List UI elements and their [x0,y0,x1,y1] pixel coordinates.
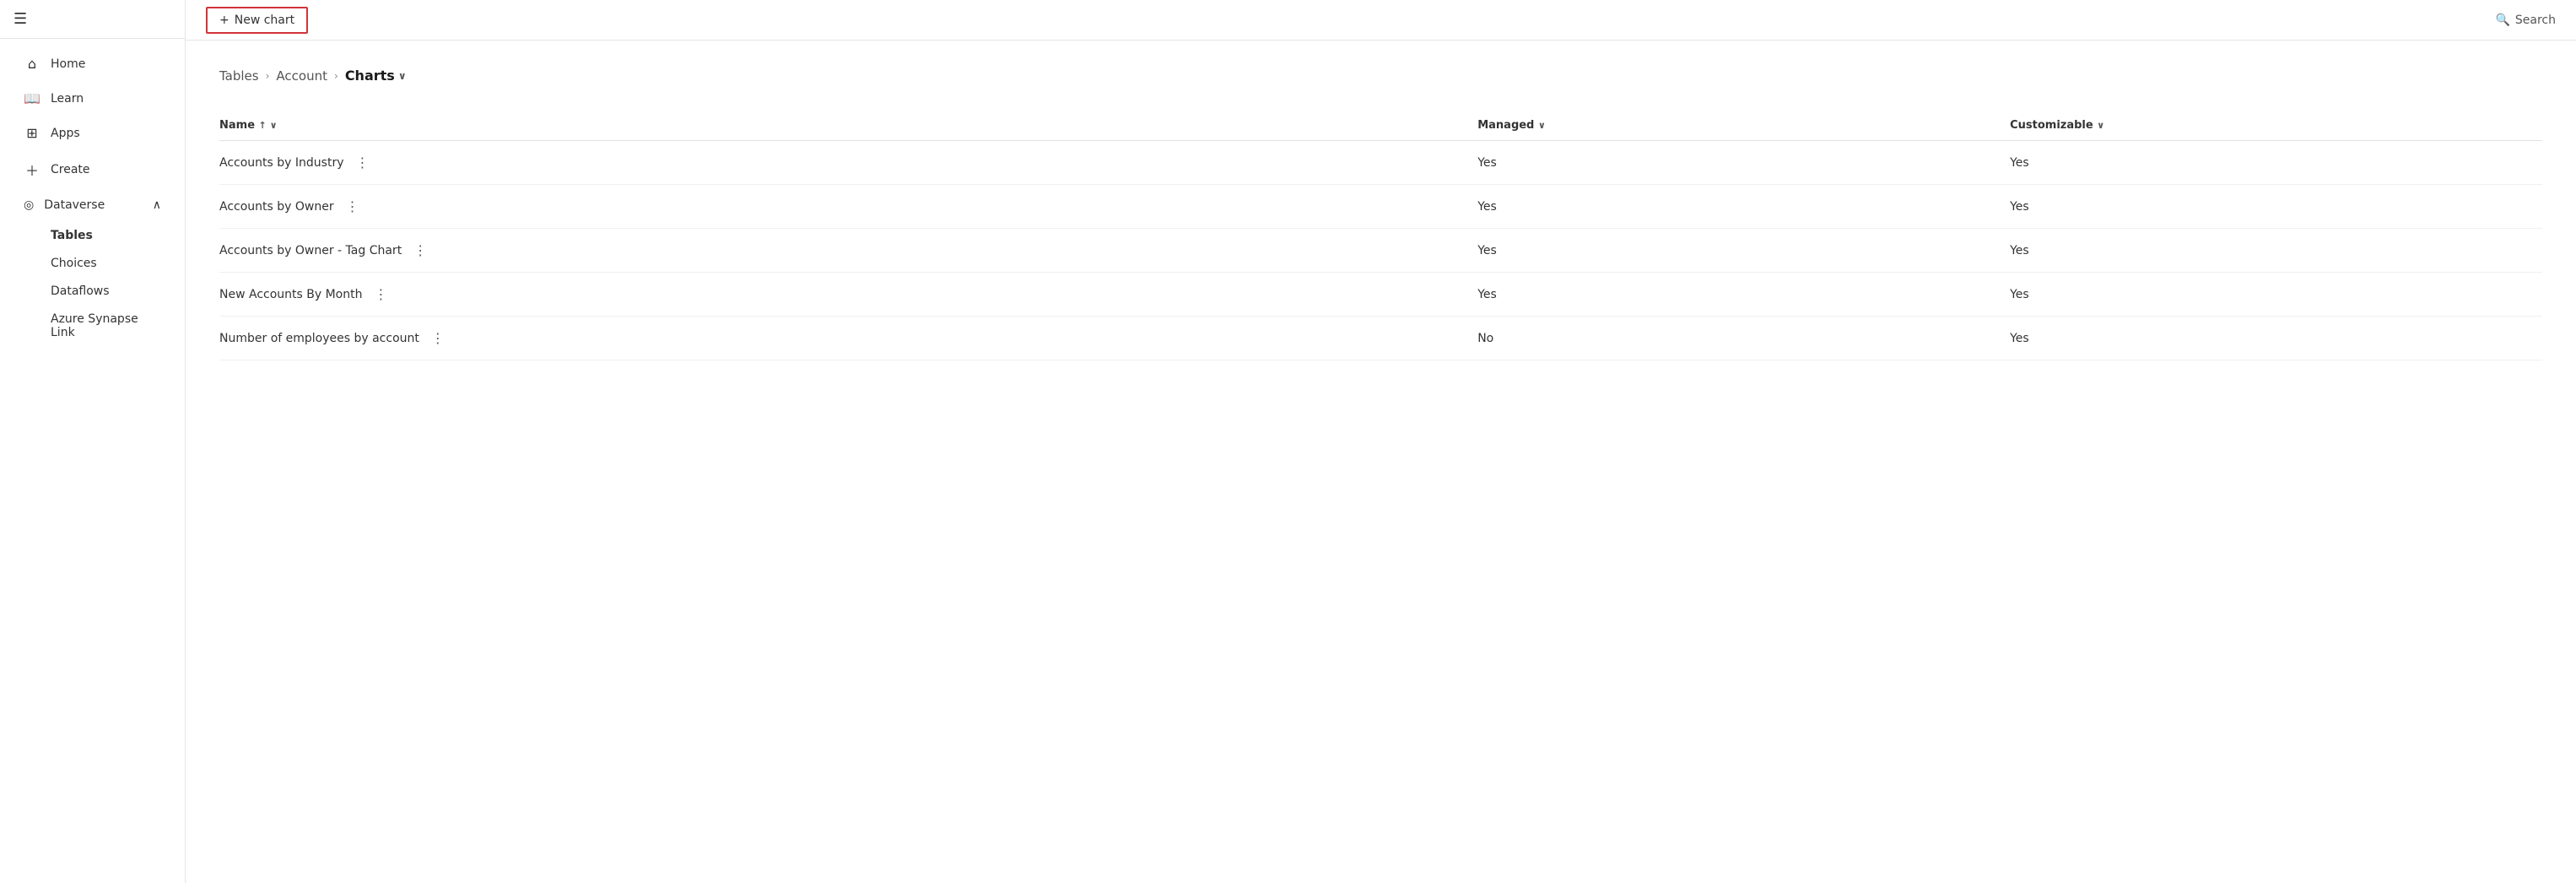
sidebar-item-dataverse[interactable]: ◎ Dataverse ∧ [7,190,178,220]
cell-managed-3: Yes [1477,273,2010,317]
row-context-menu-button[interactable]: ⋮ [341,197,365,216]
plus-icon: + [219,14,230,27]
apps-icon: ⊞ [24,125,41,141]
new-chart-label: New chart [235,14,294,27]
sidebar-item-home[interactable]: ⌂ Home [7,47,178,80]
sidebar-item-learn-label: Learn [51,92,84,106]
table-row[interactable]: Accounts by Owner - Tag Chart ⋮ YesYes [219,229,2542,273]
sidebar-item-azure[interactable]: Azure Synapse Link [51,306,178,346]
row-name-text: Accounts by Owner - Tag Chart [219,244,402,257]
sidebar-item-dataflows[interactable]: Dataflows [51,278,178,305]
sidebar-item-dataverse-label: Dataverse [44,198,105,212]
column-header-customizable[interactable]: Customizable ∨ [2010,111,2542,141]
cell-name-4: Number of employees by account ⋮ [219,317,1477,360]
table-row[interactable]: Accounts by Industry ⋮ YesYes [219,141,2542,185]
dataverse-icon: ◎ [24,198,34,212]
cell-customizable-3: Yes [2010,273,2542,317]
sidebar-item-create[interactable]: ＋ Create [7,151,178,188]
column-header-name[interactable]: Name ↑ ∨ [219,111,1477,141]
cell-name-2: Accounts by Owner - Tag Chart ⋮ [219,229,1477,273]
search-label: Search [2515,14,2556,27]
sidebar-item-dataflows-label: Dataflows [51,284,110,298]
content-area: Tables › Account › Charts ∨ Name ↑ ∨ Man… [186,41,2576,883]
sidebar-nav: ⌂ Home 📖 Learn ⊞ Apps ＋ Create ◎ Dataver… [0,39,185,354]
toolbar-left: + New chart [206,7,308,34]
sidebar-item-tables-label: Tables [51,229,93,242]
column-header-managed[interactable]: Managed ∨ [1477,111,2010,141]
hamburger-icon[interactable]: ☰ [14,10,27,28]
cell-managed-4: No [1477,317,2010,360]
home-icon: ⌂ [24,56,41,72]
table-row[interactable]: Number of employees by account ⋮ NoYes [219,317,2542,360]
table-row[interactable]: Accounts by Owner ⋮ YesYes [219,185,2542,229]
breadcrumb-tables[interactable]: Tables [219,68,259,84]
learn-icon: 📖 [24,90,41,106]
customizable-sort-icons: ∨ [2097,120,2104,131]
new-chart-button[interactable]: + New chart [206,7,308,34]
name-sort-icons: ↑ ∨ [259,120,278,131]
breadcrumb-chevron-icon[interactable]: ∨ [398,70,407,82]
table-header: Name ↑ ∨ Managed ∨ Customizable ∨ [219,111,2542,141]
managed-sort-icons: ∨ [1538,120,1546,131]
sidebar-item-apps[interactable]: ⊞ Apps [7,116,178,149]
cell-name-1: Accounts by Owner ⋮ [219,185,1477,229]
column-managed-label: Managed [1477,119,1534,132]
sidebar-item-tables[interactable]: Tables [51,222,178,249]
sidebar-item-choices[interactable]: Choices [51,250,178,277]
cell-managed-1: Yes [1477,185,2010,229]
sidebar-top: ☰ [0,0,185,39]
main-area: + New chart 🔍 Search Tables › Account › … [186,0,2576,883]
row-context-menu-button[interactable]: ⋮ [408,241,432,260]
dataverse-left: ◎ Dataverse [24,198,105,212]
row-context-menu-button[interactable]: ⋮ [350,153,374,172]
search-area[interactable]: 🔍 Search [2495,14,2556,27]
sidebar-item-azure-label: Azure Synapse Link [51,312,138,339]
breadcrumb-account[interactable]: Account [276,68,327,84]
sidebar: ☰ ⌂ Home 📖 Learn ⊞ Apps ＋ Create ◎ Datav… [0,0,186,883]
row-name-text: Accounts by Owner [219,200,334,214]
toolbar: + New chart 🔍 Search [186,0,2576,41]
cell-managed-0: Yes [1477,141,2010,185]
dataverse-chevron-icon: ∧ [153,198,161,212]
cell-managed-2: Yes [1477,229,2010,273]
row-context-menu-button[interactable]: ⋮ [369,284,392,304]
cell-customizable-1: Yes [2010,185,2542,229]
sidebar-item-apps-label: Apps [51,127,80,140]
cell-customizable-4: Yes [2010,317,2542,360]
cell-customizable-0: Yes [2010,141,2542,185]
toolbar-right: 🔍 Search [2495,14,2556,27]
cell-name-0: Accounts by Industry ⋮ [219,141,1477,185]
row-name-text: Number of employees by account [219,332,419,345]
breadcrumb-current: Charts ∨ [345,68,407,84]
breadcrumb-sep1: › [266,70,270,82]
sidebar-item-home-label: Home [51,57,85,71]
search-icon: 🔍 [2495,14,2509,27]
cell-name-3: New Accounts By Month ⋮ [219,273,1477,317]
cell-customizable-2: Yes [2010,229,2542,273]
table-row[interactable]: New Accounts By Month ⋮ YesYes [219,273,2542,317]
sidebar-item-create-label: Create [51,163,90,176]
row-name-text: Accounts by Industry [219,156,343,170]
row-name-text: New Accounts By Month [219,288,362,301]
table-body: Accounts by Industry⋮YesYesAccounts by O… [219,141,2542,360]
table-header-row: Name ↑ ∨ Managed ∨ Customizable ∨ [219,111,2542,141]
sidebar-item-choices-label: Choices [51,257,97,270]
breadcrumb-sep2: › [334,70,338,82]
breadcrumb-charts-label: Charts [345,68,395,84]
sidebar-item-learn[interactable]: 📖 Learn [7,82,178,115]
create-icon: ＋ [24,160,41,180]
row-context-menu-button[interactable]: ⋮ [426,328,450,348]
column-customizable-label: Customizable [2010,119,2093,132]
sidebar-subnav: Tables Choices Dataflows Azure Synapse L… [0,222,185,346]
breadcrumb: Tables › Account › Charts ∨ [219,68,2542,84]
column-name-label: Name [219,119,255,132]
data-table: Name ↑ ∨ Managed ∨ Customizable ∨ Accoun… [219,111,2542,360]
